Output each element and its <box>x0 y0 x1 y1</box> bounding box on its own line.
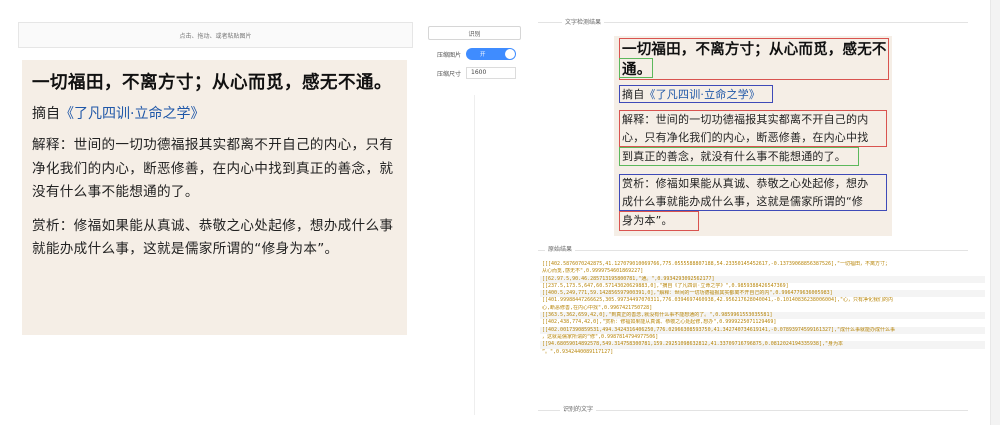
detect-box-appreciate: 赏析：修福如果能从真诚、恭敬之心处起修，想办 成什么事就能办成什么事，这就是儒家… <box>619 174 887 211</box>
detect-box-explain: 解释：世间的一切功德福报其实都离不开自己的内 心，只有净化我们的内心，断恶修善，… <box>619 110 887 147</box>
size-label: 压缩尺寸 <box>437 71 462 78</box>
compress-label: 压缩图片 <box>437 52 462 59</box>
detect-box-explain-end: 到真正的善念，就没有什么事不能想通的了。 <box>619 147 859 166</box>
section-divider <box>538 410 968 411</box>
image-title-text: 一切福田，不离方寸；从心而觅，感无不通。 <box>32 73 392 93</box>
raw-result-text: [[[402.5876070242875,41.127079010069766,… <box>540 261 985 356</box>
detect-box-title-end: 通。 <box>619 58 653 78</box>
compress-toggle[interactable]: 开 <box>466 48 516 60</box>
uploaded-image-preview: 一切福田，不离方寸；从心而觅，感无不通。 摘自《了凡四训·立命之学》 解释：世间… <box>22 60 407 335</box>
detect-explain-line3: 到真正的善念，就没有什么事不能想通的了。 <box>622 150 846 163</box>
raw-line: 从心而觅,感无不",0.9999754601869227] <box>542 268 644 275</box>
raw-line: [[401.99988447266625,305.99734497070311,… <box>542 297 894 304</box>
corrected-section-title: 识别的文字 <box>560 404 597 413</box>
detect-box-source: 摘自《了凡四训·立命之学》 <box>619 85 773 103</box>
source-prefix: 摘自 <box>32 106 60 122</box>
detect-section-title: 文字检测结果 <box>562 17 605 26</box>
raw-line: [[402,438,774,42,0],"赏析：修福如果能从真诚、恭敬之心处起修… <box>542 319 777 326</box>
raw-line: [[62.97.5,90.46.285713195800781,"通。",0.9… <box>540 275 985 283</box>
recognize-button[interactable]: 识别 <box>428 26 521 40</box>
raw-line: 心,断恶修善,在内心中找",0.9967421750728] <box>542 304 653 311</box>
raw-line: ”。",0.9342440089117127] <box>542 348 614 355</box>
section-divider <box>538 250 968 251</box>
raw-line: [[[402.5876070242875,41.127079010069766,… <box>542 261 891 267</box>
raw-section-title: 原始结果 <box>545 244 576 253</box>
raw-line: [[402.0017390859531,494.3424316406250,77… <box>540 326 985 334</box>
image-appreciate-text: 赏析：修福如果能从真诚、恭敬之心处起修，想办成什么事就能办成什么事，这就是儒家所… <box>32 217 394 258</box>
detect-explain-line2: 心，只有净化我们的内心，断恶修善，在内心中找 <box>622 130 869 144</box>
image-source-text: 摘自《了凡四训·立命之学》 <box>32 104 395 124</box>
detect-app-line2: 成什么事就能办成什么事，这就是儒家所谓的“修 <box>622 194 864 208</box>
toggle-knob <box>505 49 515 59</box>
compress-toggle-text: 开 <box>480 52 486 58</box>
detect-app-line1: 赏析：修福如果能从真诚、恭敬之心处起修，想办 <box>622 177 869 190</box>
panel-divider <box>474 95 475 415</box>
raw-line: [[94.68059014892578,549.314758300781,159… <box>540 341 985 349</box>
raw-line: [[237.5,173.5,647,60.57143020629883,0],"… <box>542 282 789 289</box>
raw-line: [[363.5,362,659,42,0],"到真正的善念,就没有什么事不能想通… <box>540 312 985 320</box>
detect-box-appreciate-end: 身为本”。 <box>619 211 699 231</box>
detect-source-prefix: 摘自 <box>622 88 645 101</box>
raw-line: ，这就是儒家所谓的“修",0.9987814794977506] <box>542 333 659 340</box>
compress-size-input[interactable]: 1600 <box>466 67 516 79</box>
detect-title-line2: 通。 <box>622 62 652 78</box>
source-book: 《了凡四训·立命之学》 <box>60 106 205 122</box>
image-explain-text: 解释：世间的一切功德福报其实都离不开自己的内心，只有净化我们的内心，断恶修善，在… <box>32 137 394 200</box>
detection-result-image: 一切福田，不离方寸；从心而觅，感无不 通。 摘自《了凡四训·立命之学》 解释：世… <box>614 36 892 236</box>
detect-title-line1: 一切福田，不离方寸；从心而觅，感无不 <box>622 42 887 58</box>
detect-explain-line1: 解释：世间的一切功德福报其实都离不开自己的内 <box>622 113 869 126</box>
upload-hint: 点击、拖动、或者粘贴图片 <box>179 32 252 40</box>
raw-line: [[400.5,249,771,59.142856597900391,0],"解… <box>540 290 985 298</box>
detect-box-title: 一切福田，不离方寸；从心而觅，感无不 <box>619 38 889 80</box>
detect-source-book: 《了凡四训·立命之学》 <box>644 88 761 101</box>
app-page: 点击、拖动、或者粘贴图片 一切福田，不离方寸；从心而觅，感无不通。 摘自《了凡四… <box>0 0 1000 425</box>
image-upload-dropzone[interactable]: 点击、拖动、或者粘贴图片 <box>18 22 413 48</box>
page-scrollbar[interactable] <box>990 0 1000 425</box>
detect-app-line3: 身为本”。 <box>622 214 673 227</box>
